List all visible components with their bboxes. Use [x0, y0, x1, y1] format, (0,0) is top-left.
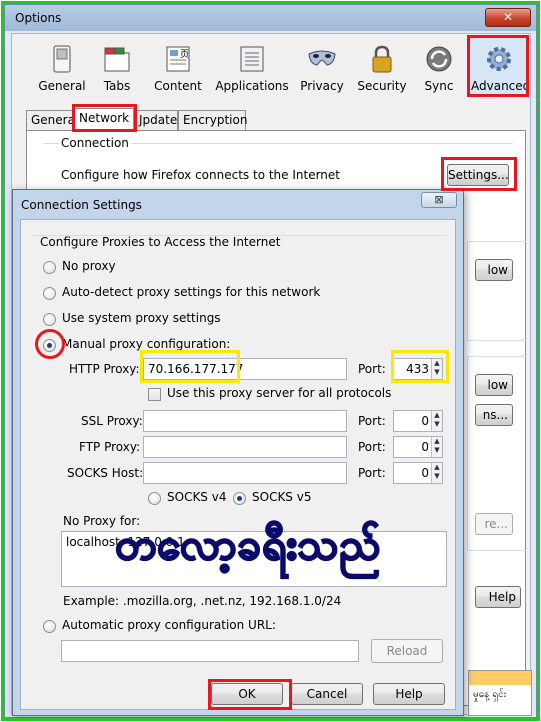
content-icon: 页 [166, 46, 190, 72]
auto-detect-radio[interactable] [43, 287, 56, 300]
offline-storage-group [467, 241, 527, 341]
pane-label: Content [154, 79, 202, 93]
http-port-label: Port: [358, 362, 386, 376]
help-button[interactable]: Help [373, 683, 445, 705]
ftp-port-label: Port: [358, 440, 386, 454]
privacy-mask-icon [308, 50, 336, 66]
manual-proxy-label[interactable]: Manual proxy configuration: [62, 337, 230, 351]
sync-icon [426, 46, 452, 72]
pane-privacy[interactable]: Privacy [294, 40, 350, 96]
fragment-text: မှုနေ့ ရှင်း [473, 689, 507, 700]
pane-label: Advanced [471, 79, 531, 93]
ssl-port-label: Port: [358, 414, 386, 428]
connection-heading: Connection [59, 136, 131, 150]
overlay-caption: တလော့ခရီးသည် [114, 519, 381, 570]
svg-text:页: 页 [180, 49, 189, 60]
same-proxy-checkbox[interactable] [148, 388, 161, 401]
applications-icon [240, 46, 264, 72]
socks-host-input[interactable] [143, 462, 347, 484]
tabs-icon [104, 47, 130, 72]
dialog-body: Configure Proxies to Access the Internet… [20, 219, 456, 710]
no-proxy-example: Example: .mozilla.org, .net.nz, 192.168.… [63, 594, 342, 608]
security-lock-icon [372, 45, 392, 73]
reload-button[interactable]: Reload [371, 639, 443, 663]
pane-content[interactable]: 页 Content [146, 40, 210, 96]
ssl-port-spinner[interactable]: 0 ▲ ▼ [393, 410, 443, 432]
spinner-arrows-icon[interactable]: ▲ ▼ [431, 411, 442, 431]
background-help-button[interactable]: Help [475, 586, 521, 608]
fragment-bar [469, 671, 531, 685]
connection-description: Configure how Firefox connects to the In… [61, 168, 340, 182]
pane-tabs[interactable]: Tabs [92, 40, 142, 96]
subtab-general[interactable]: General [26, 110, 78, 130]
options-titlebar: Options ✕ [5, 5, 536, 31]
ssl-port-value: 0 [421, 414, 429, 428]
system-proxy-label[interactable]: Use system proxy settings [62, 311, 221, 325]
http-proxy-label: HTTP Proxy: [69, 362, 140, 376]
http-port-spinner[interactable]: 433 ▲ ▼ [393, 358, 443, 380]
dialog-close-button[interactable]: ⊠ [421, 192, 457, 208]
http-port-value: 433 [406, 362, 429, 376]
ftp-port-value: 0 [421, 440, 429, 454]
options-window-title: Options [15, 11, 62, 25]
auto-url-label[interactable]: Automatic proxy configuration URL: [62, 618, 276, 632]
auto-detect-label[interactable]: Auto-detect proxy settings for this netw… [62, 285, 320, 299]
no-proxy-radio[interactable] [43, 261, 56, 274]
auto-url-radio[interactable] [43, 620, 56, 633]
ftp-proxy-input[interactable] [143, 436, 347, 458]
ssl-proxy-input[interactable] [143, 410, 347, 432]
pane-sync[interactable]: Sync [414, 40, 464, 96]
ftp-port-spinner[interactable]: 0 ▲ ▼ [393, 436, 443, 458]
socks-v4-radio[interactable] [148, 492, 161, 505]
spinner-arrows-icon[interactable]: ▲ ▼ [431, 463, 442, 483]
general-switch-icon [53, 45, 71, 73]
pane-advanced[interactable]: Advanced [471, 40, 531, 96]
spinner-arrows-icon[interactable]: ▲ ▼ [431, 437, 442, 457]
dialog-title: Connection Settings [21, 198, 142, 212]
no-proxy-label[interactable]: No proxy [62, 259, 116, 273]
socks-port-value: 0 [421, 466, 429, 480]
socks-port-spinner[interactable]: 0 ▲ ▼ [393, 462, 443, 484]
socks-port-label: Port: [358, 466, 386, 480]
background-button-4[interactable]: re... [475, 513, 513, 535]
pane-label: Privacy [300, 79, 344, 93]
auto-url-input[interactable] [61, 640, 359, 662]
ssl-proxy-label: SSL Proxy: [81, 414, 143, 428]
pane-general[interactable]: General [34, 40, 90, 96]
socks-v4-label[interactable]: SOCKS v4 [167, 490, 226, 504]
background-button-3[interactable]: ns... [475, 404, 513, 426]
socks-v5-label[interactable]: SOCKS v5 [252, 490, 311, 504]
ok-button[interactable]: OK [211, 683, 283, 705]
background-window-fragment: မှုနေ့ ရှင်း [468, 670, 532, 716]
subtab-network[interactable]: Network [74, 108, 134, 130]
http-proxy-input[interactable]: 70.166.177.177 [143, 358, 347, 380]
background-button-2[interactable]: low [475, 374, 513, 396]
ftp-proxy-label: FTP Proxy: [79, 440, 141, 454]
settings-button[interactable]: Settings... [447, 164, 509, 186]
pane-label: Applications [215, 79, 289, 93]
spinner-arrows-icon[interactable]: ▲ ▼ [431, 359, 442, 379]
cancel-button[interactable]: Cancel [291, 683, 363, 705]
proxy-group-label: Configure Proxies to Access the Internet [40, 235, 281, 249]
pane-label: Tabs [103, 79, 131, 93]
pane-label: General [38, 79, 86, 93]
system-proxy-radio[interactable] [43, 313, 56, 326]
annotation-manual-circle [35, 329, 65, 359]
advanced-gear-icon [487, 47, 511, 71]
pane-label: Sync [424, 79, 454, 93]
socks-host-label: SOCKS Host: [67, 466, 144, 480]
connection-settings-dialog: Connection Settings ⊠ Configure Proxies … [12, 189, 464, 716]
socks-v5-radio[interactable] [233, 492, 246, 505]
background-button-1[interactable]: low [475, 259, 513, 281]
same-proxy-label[interactable]: Use this proxy server for all protocols [167, 386, 391, 400]
pane-applications[interactable]: Applications [214, 40, 290, 96]
subtab-update[interactable]: Jpdate [134, 110, 178, 130]
pane-security[interactable]: Security [354, 40, 410, 96]
subtab-encryption[interactable]: Encryption [178, 110, 247, 130]
options-close-button[interactable]: ✕ [485, 8, 531, 27]
pane-label: Security [357, 79, 407, 93]
